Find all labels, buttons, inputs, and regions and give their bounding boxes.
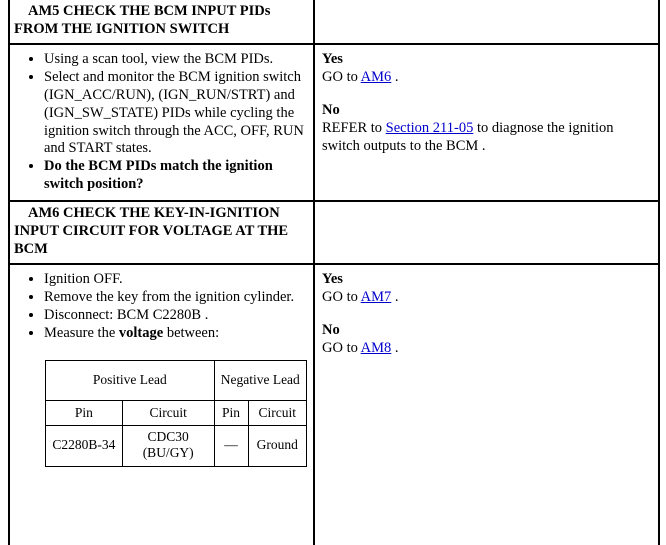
test-body-am5: Using a scan tool, view the BCM PIDs. Se… (10, 44, 658, 201)
test-steps-am5: Using a scan tool, view the BCM PIDs. Se… (10, 44, 315, 201)
test-block-am5: AM5 CHECK THE BCM INPUT PIDs FROM THE IG… (10, 0, 658, 201)
column-header-pin-positive: Pin (45, 399, 123, 426)
answer-yes-am5: Yes GO to AM6 . (322, 51, 652, 86)
answer-prefix: GO to (322, 68, 361, 85)
test-steps-am6: Ignition OFF. Remove the key from the ig… (10, 265, 315, 474)
table-row: Pin Circuit Pin Circuit (45, 399, 308, 426)
answer-suffix: . (391, 68, 399, 85)
group-header-positive-lead: Positive Lead (45, 359, 215, 401)
answer-no-am6: No GO to AM8 . (322, 322, 652, 357)
test-body-am6: Ignition OFF. Remove the key from the ig… (10, 265, 658, 474)
column-header-pin-negative: Pin (213, 399, 249, 426)
list-item-measure: Measure the voltage between: (44, 325, 307, 343)
answer-text-yes: GO to AM7 . (322, 289, 652, 307)
test-block-am6: AM6 CHECK THE KEY-IN-IGNITION INPUT CIRC… (10, 200, 658, 545)
group-header-negative-lead: Negative Lead (213, 359, 308, 401)
table-row: C2280B-34 CDC30 (BU/GY) — Ground (45, 424, 308, 468)
list-item: Remove the key from the ignition cylinde… (44, 289, 307, 307)
cell-circuit-positive: CDC30 (BU/GY) (121, 424, 215, 468)
test-title-am6: AM6 CHECK THE KEY-IN-IGNITION INPUT CIRC… (10, 202, 315, 264)
test-header-am5: AM5 CHECK THE BCM INPUT PIDs FROM THE IG… (10, 0, 658, 45)
cell-pin-negative: — (213, 424, 249, 468)
answer-text-no: REFER to Section 211-05 to diagnose the … (322, 120, 652, 155)
pinpoint-test-table: AM5 CHECK THE BCM INPUT PIDs FROM THE IG… (8, 0, 660, 545)
table-row: Positive Lead Negative Lead (45, 359, 308, 401)
link-am8[interactable]: AM8 (361, 340, 392, 356)
list-item: Select and monitor the BCM ignition swit… (44, 69, 307, 159)
lead-measurement-table: Positive Lead Negative Lead Pin Circuit … (45, 359, 308, 468)
step-list-am6: Ignition OFF. Remove the key from the ig… (16, 271, 307, 343)
emphasis-voltage: voltage (118, 324, 164, 341)
answer-text-no: GO to AM8 . (322, 340, 652, 358)
list-item: Ignition OFF. (44, 271, 307, 289)
answer-suffix: . (391, 340, 399, 357)
answer-yes-am6: Yes GO to AM7 . (322, 271, 652, 306)
test-actions-am6: Yes GO to AM7 . No GO to AM8 . (315, 265, 658, 473)
list-item: Do the BCM PIDs match the ignition switc… (44, 158, 307, 194)
answer-label-yes: Yes (322, 271, 343, 288)
tail-left (10, 473, 315, 545)
answer-prefix: GO to (322, 288, 361, 305)
answer-label-no: No (322, 102, 340, 119)
column-header-circuit-positive: Circuit (121, 399, 215, 426)
answer-label-no: No (322, 322, 340, 339)
column-header-circuit-negative: Circuit (247, 399, 308, 426)
link-am6[interactable]: AM6 (361, 69, 392, 85)
answer-no-am5: No REFER to Section 211-05 to diagnose t… (322, 102, 652, 155)
list-item: Using a scan tool, view the BCM PIDs. (44, 51, 307, 69)
cell-pin-positive: C2280B-34 (45, 424, 123, 468)
answer-prefix: GO to (322, 340, 361, 357)
link-am7[interactable]: AM7 (361, 289, 392, 305)
test-header-blank-am6 (315, 202, 658, 263)
answer-label-yes: Yes (322, 50, 343, 67)
tail-right (315, 473, 658, 545)
cell-circuit-negative: Ground (247, 424, 308, 468)
answer-prefix: REFER to (322, 120, 386, 136)
test-header-blank-am5 (315, 0, 658, 43)
list-item: Disconnect: BCM C2280B . (44, 307, 307, 325)
answer-suffix: . (391, 288, 399, 305)
test-actions-am5: Yes GO to AM6 . No REFER to Section 211-… (315, 45, 658, 200)
test-title-am5: AM5 CHECK THE BCM INPUT PIDs FROM THE IG… (10, 0, 315, 43)
answer-text-yes: GO to AM6 . (322, 69, 652, 87)
test-block-tail (10, 473, 658, 545)
test-header-am6: AM6 CHECK THE KEY-IN-IGNITION INPUT CIRC… (10, 202, 658, 266)
link-section-211-05[interactable]: Section 211-05 (386, 120, 474, 136)
step-list-am5: Using a scan tool, view the BCM PIDs. Se… (16, 51, 307, 194)
